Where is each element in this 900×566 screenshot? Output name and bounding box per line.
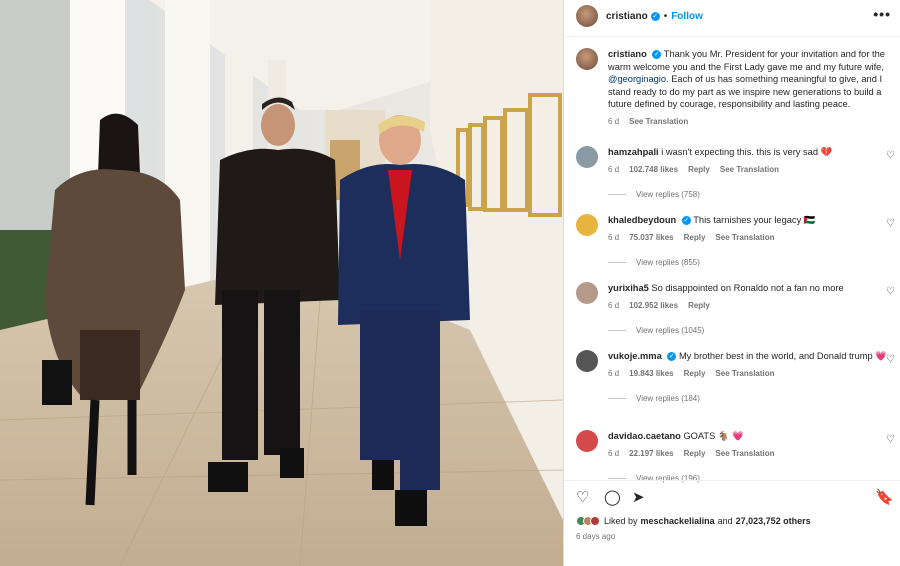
comment-likes[interactable]: 102.952 likes — [629, 301, 678, 310]
comment-item: davidao.caetano GOATS 🐐 💗 6 d 22.197 likes… — [576, 430, 900, 483]
liked-by-user[interactable]: meschackelialina — [641, 516, 715, 526]
comment-reply-button[interactable]: Reply — [684, 233, 706, 242]
avatar[interactable] — [576, 5, 598, 27]
comment-item: hamzahpali i wasn't expecting this. this… — [576, 146, 900, 199]
comment-reply-button[interactable]: Reply — [688, 301, 710, 310]
divider — [564, 480, 900, 481]
post-timestamp: 6 days ago — [576, 532, 616, 541]
comment-likes[interactable]: 102.748 likes — [629, 165, 678, 174]
comment-avatar[interactable] — [576, 350, 598, 372]
comment-item: vukoje.mma ✓ My brother best in the worl… — [576, 350, 900, 403]
comment-time: 6 d — [608, 300, 620, 310]
verified-badge-icon: ✓ — [652, 50, 662, 60]
post-side-panel: cristiano ✓ • Follow ••• cristiano ✓ Tha… — [563, 0, 900, 566]
comment-see-translation[interactable]: See Translation — [715, 233, 774, 242]
comment-time: 6 d — [608, 164, 620, 174]
comment-time: 6 d — [608, 232, 620, 242]
caption-see-translation[interactable]: See Translation — [629, 117, 688, 126]
comment-username[interactable]: vukoje.mma — [608, 351, 662, 361]
comment-like-heart-icon[interactable]: ♡ — [886, 354, 895, 365]
verified-badge-icon: ✓ — [650, 11, 660, 21]
likes-summary: Liked by meschackelialina and 27,023,752… — [576, 516, 811, 526]
divider — [564, 36, 900, 37]
view-replies-button[interactable]: View replies (196) — [608, 474, 900, 483]
more-options-icon[interactable]: ••• — [873, 6, 891, 22]
comment-text: GOATS 🐐 💗 — [683, 431, 744, 441]
liked-by-others[interactable]: 27,023,752 others — [736, 516, 811, 526]
caption-avatar[interactable] — [576, 48, 598, 70]
comment-text: My brother best in the world, and Donald… — [678, 351, 887, 361]
comment-reply-button[interactable]: Reply — [688, 165, 710, 174]
follow-button[interactable]: Follow — [671, 11, 703, 22]
liked-by-and: and — [717, 516, 733, 526]
comment-likes[interactable]: 19.843 likes — [629, 369, 673, 378]
comment-see-translation[interactable]: See Translation — [715, 369, 774, 378]
comment-like-heart-icon[interactable]: ♡ — [886, 286, 895, 297]
comment-reply-button[interactable]: Reply — [684, 369, 706, 378]
comment-avatar[interactable] — [576, 282, 598, 304]
comment-like-heart-icon[interactable]: ♡ — [886, 150, 895, 161]
separator-dot: • — [663, 10, 668, 22]
comment-username[interactable]: yurixiha5 — [608, 283, 649, 293]
comment-avatar[interactable] — [576, 430, 598, 452]
caption-username[interactable]: cristiano — [608, 49, 647, 59]
comment-see-translation[interactable]: See Translation — [720, 165, 779, 174]
post-image[interactable] — [0, 0, 563, 566]
comment-item: yurixiha5 So disappointed on Ronaldo not… — [576, 282, 900, 335]
post-author-username[interactable]: cristiano — [606, 11, 648, 22]
comment-see-translation[interactable]: See Translation — [715, 449, 774, 458]
comment-text: So disappointed on Ronaldo not a fan no … — [651, 283, 844, 293]
comment-username[interactable]: davidao.caetano — [608, 431, 681, 441]
comment-reply-button[interactable]: Reply — [684, 449, 706, 458]
comment-time: 6 d — [608, 368, 620, 378]
comment-likes[interactable]: 75.037 likes — [629, 233, 673, 242]
liker-avatar — [590, 516, 600, 526]
view-replies-button[interactable]: View replies (1045) — [608, 326, 900, 335]
comment-text: i wasn't expecting this. this is very sa… — [661, 147, 833, 157]
caption-time: 6 d — [608, 116, 620, 126]
action-bar: ♡ ◯ ➤ 🔖 — [576, 488, 894, 508]
view-replies-button[interactable]: View replies (758) — [608, 190, 900, 199]
view-replies-button[interactable]: View replies (184) — [608, 394, 900, 403]
comment-like-heart-icon[interactable]: ♡ — [886, 218, 895, 229]
liked-by-label: Liked by — [604, 516, 638, 526]
comment-time: 6 d — [608, 448, 620, 458]
comment-likes[interactable]: 22.197 likes — [629, 449, 673, 458]
post-header: cristiano ✓ • Follow ••• — [564, 0, 900, 32]
comment-icon[interactable]: ◯ — [604, 488, 621, 506]
caption-mention[interactable]: @georginagio — [608, 74, 666, 84]
comment-text: This tarnishes your legacy 🇵🇸 — [693, 215, 816, 225]
comment-item: khaledbeydoun ✓ This tarnishes your lega… — [576, 214, 900, 267]
comment-username[interactable]: khaledbeydoun — [608, 215, 676, 225]
share-icon[interactable]: ➤ — [632, 488, 645, 506]
verified-badge-icon: ✓ — [667, 352, 677, 362]
comment-username[interactable]: hamzahpali — [608, 147, 659, 157]
post-caption: cristiano ✓ Thank you Mr. President for … — [576, 48, 896, 128]
view-replies-button[interactable]: View replies (855) — [608, 258, 900, 267]
post-photo — [0, 0, 563, 566]
comment-avatar[interactable] — [576, 146, 598, 168]
comment-like-heart-icon[interactable]: ♡ — [886, 434, 895, 445]
comment-avatar[interactable] — [576, 214, 598, 236]
verified-badge-icon: ✓ — [681, 216, 691, 226]
heart-icon[interactable]: ♡ — [576, 488, 589, 506]
bookmark-icon[interactable]: 🔖 — [875, 488, 894, 506]
caption-text-part1: Thank you Mr. President for your invitat… — [608, 49, 885, 72]
